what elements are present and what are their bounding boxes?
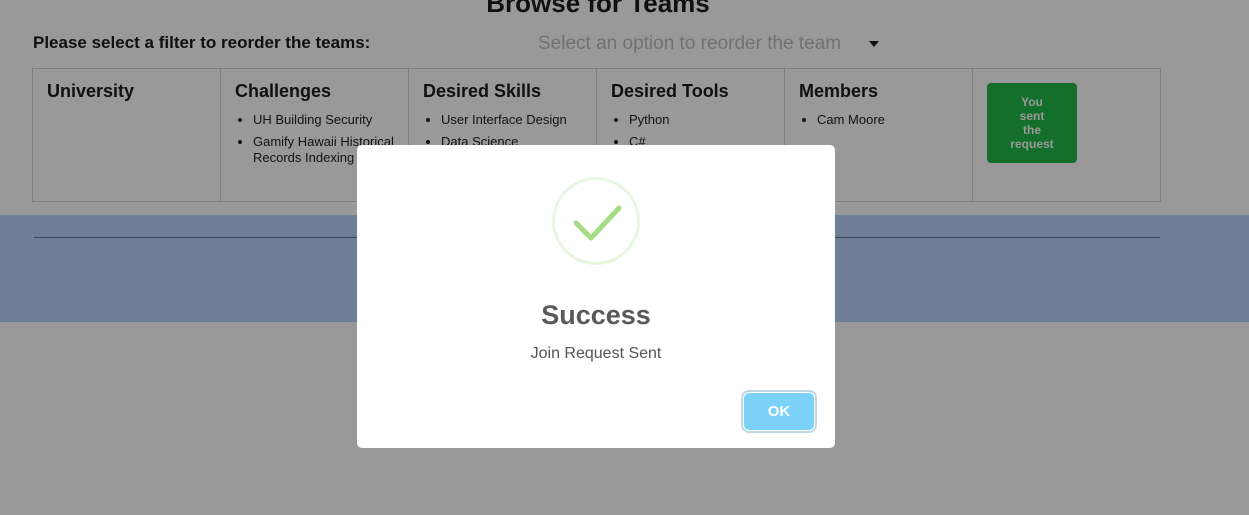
dialog-message: Join Request Sent <box>530 345 662 362</box>
success-check-icon <box>552 177 640 265</box>
dialog-title: Success <box>541 300 651 330</box>
success-dialog: Success Join Request Sent OK <box>357 145 835 448</box>
check-mark-icon <box>573 205 622 241</box>
ok-button[interactable]: OK <box>744 393 814 430</box>
